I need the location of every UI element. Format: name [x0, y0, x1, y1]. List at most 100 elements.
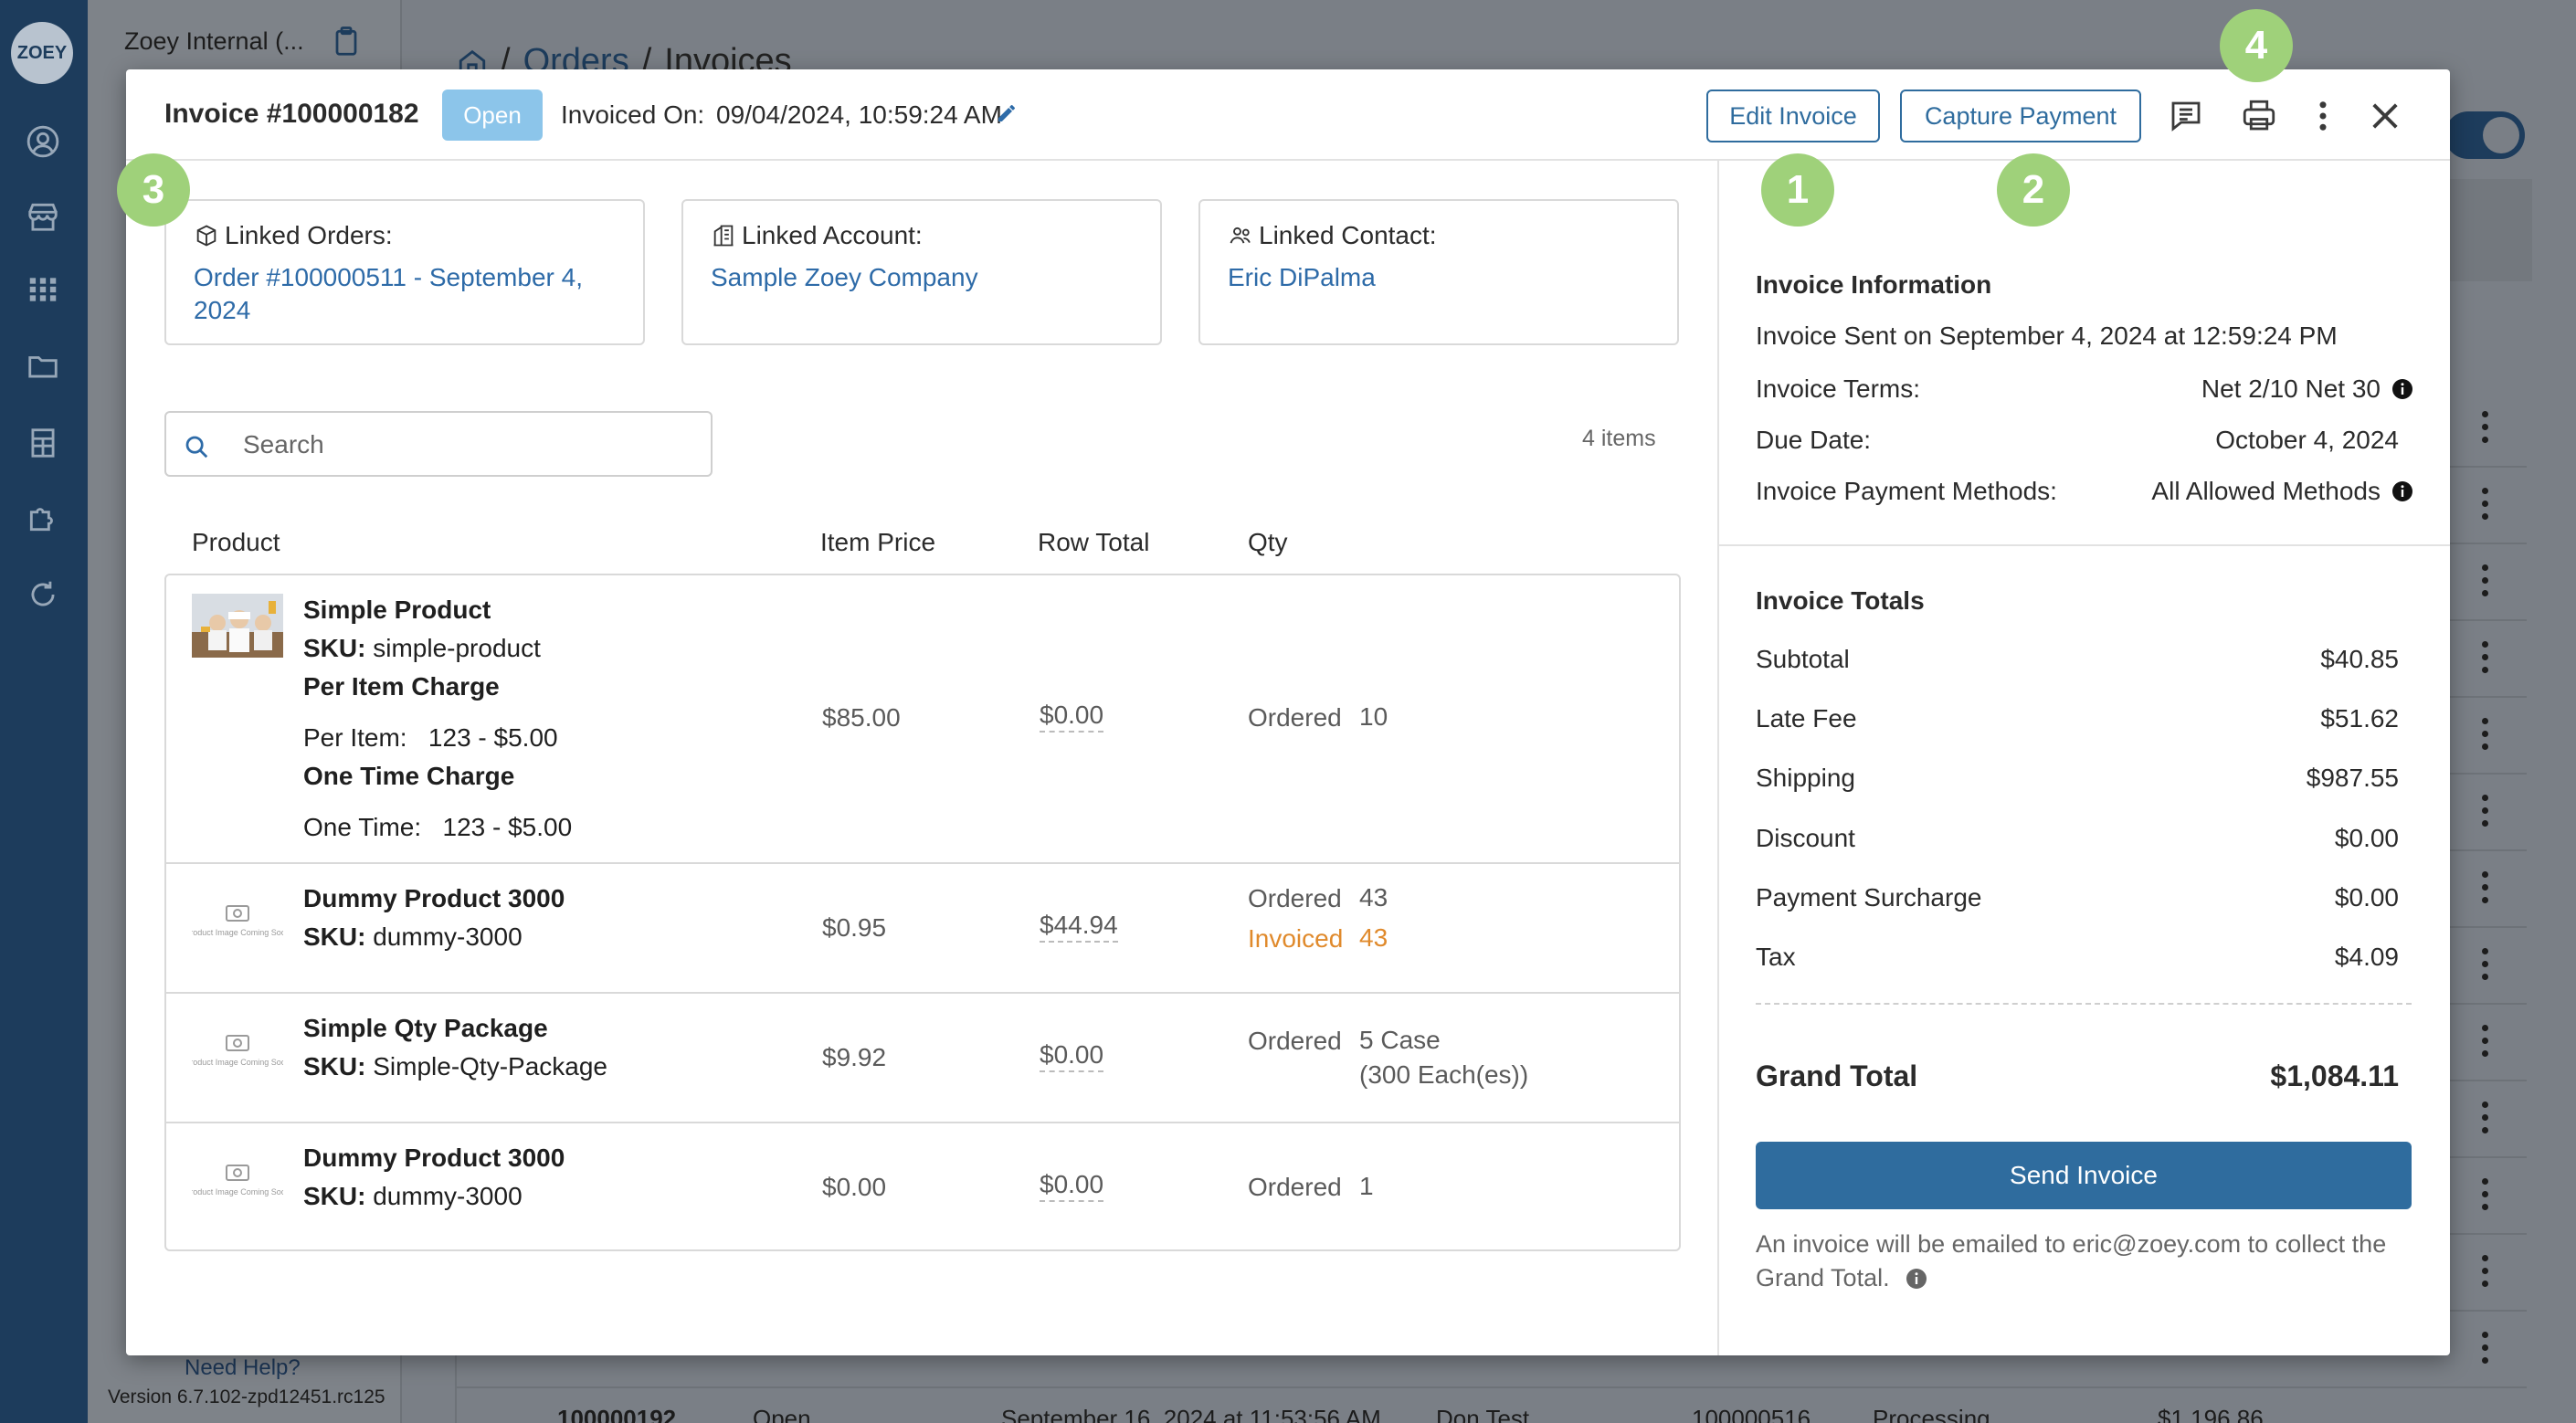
- product-sku: SKU: dummy-3000: [303, 922, 523, 951]
- column-header-qty: Qty: [1248, 528, 1288, 556]
- item-price: $0.00: [822, 1173, 887, 1201]
- column-header-item-price: Item Price: [820, 528, 936, 556]
- folder-icon[interactable]: [26, 349, 60, 384]
- store-icon[interactable]: [26, 199, 60, 234]
- payment-methods-value: All Allowed Methods: [2151, 477, 2413, 506]
- invoice-sent-text: Invoice Sent on September 4, 2024 at 12:…: [1756, 321, 2338, 350]
- background-toggle[interactable]: [2444, 111, 2525, 159]
- product-name: Simple Qty Package: [303, 1014, 548, 1042]
- kebab-icon[interactable]: [2481, 948, 2490, 985]
- ordered-label: Ordered: [1248, 1027, 1342, 1055]
- kebab-icon[interactable]: [2481, 411, 2490, 448]
- product-thumbnail: [192, 594, 283, 658]
- row-total[interactable]: $0.00: [1040, 1169, 1104, 1202]
- product-name: Simple Product: [303, 596, 491, 624]
- kebab-icon[interactable]: [2481, 795, 2490, 831]
- invoiced-on-label: Invoiced On:: [561, 100, 705, 129]
- kebab-icon[interactable]: [2481, 1102, 2490, 1138]
- table-row: Product Image Coming Soon Simple Qty Pac…: [166, 994, 1679, 1123]
- discount-label: Discount: [1756, 824, 1855, 852]
- status-badge: Open: [442, 90, 543, 141]
- capture-payment-button[interactable]: Capture Payment: [1900, 90, 2141, 142]
- comment-icon[interactable]: [2167, 97, 2205, 135]
- puzzle-icon[interactable]: [26, 501, 60, 535]
- pencil-icon[interactable]: [996, 102, 1018, 124]
- modal-header: Invoice #100000182 Open Invoiced On: 09/…: [126, 69, 2450, 161]
- kebab-icon[interactable]: [2481, 488, 2490, 524]
- due-date-value: October 4, 2024: [2215, 426, 2399, 454]
- item-price: $85.00: [822, 703, 901, 732]
- linked-contact-card: Linked Contact: Eric DiPalma: [1198, 199, 1679, 345]
- linked-contact-link[interactable]: Eric DiPalma: [1228, 261, 1657, 294]
- payment-methods-label: Invoice Payment Methods:: [1756, 477, 2057, 505]
- info-icon[interactable]: [2391, 378, 2413, 400]
- subtotal-value: $40.85: [2320, 645, 2399, 673]
- item-price: $0.95: [822, 913, 887, 942]
- info-icon[interactable]: [2391, 480, 2413, 502]
- linked-account-card: Linked Account: Sample Zoey Company: [681, 199, 1162, 345]
- info-icon[interactable]: [1906, 1268, 1927, 1290]
- payment-surcharge-label: Payment Surcharge: [1756, 883, 1982, 912]
- search-icon: [183, 433, 210, 460]
- kebab-icon[interactable]: [2481, 564, 2490, 601]
- clipboard-icon[interactable]: [333, 26, 360, 57]
- late-fee-value: $51.62: [2320, 704, 2399, 733]
- row-state: Processing: [1873, 1405, 1990, 1423]
- product-name: Dummy Product 3000: [303, 884, 565, 912]
- row-total[interactable]: $0.00: [1040, 700, 1104, 733]
- print-icon[interactable]: [2240, 97, 2278, 135]
- need-help-link[interactable]: Need Help?: [185, 1355, 301, 1381]
- shipping-label: Shipping: [1756, 764, 1855, 792]
- more-options-icon[interactable]: [2304, 97, 2342, 135]
- apps-grid-icon[interactable]: [26, 272, 60, 307]
- row-total[interactable]: $0.00: [1040, 1039, 1104, 1072]
- table-row: Product Image Coming Soon Dummy Product …: [166, 864, 1679, 994]
- invoiced-on-value: 09/04/2024, 10:59:24 AM: [716, 100, 1002, 129]
- ordered-qty: 10: [1359, 702, 1388, 731]
- subtotal-label: Subtotal: [1756, 645, 1850, 673]
- totals-divider: [1756, 1003, 2412, 1005]
- column-header-product: Product: [192, 528, 280, 556]
- linked-orders-label: Linked Orders:: [194, 221, 393, 250]
- background-panel: [2444, 179, 2532, 281]
- kebab-icon[interactable]: [2481, 1255, 2490, 1291]
- user-icon[interactable]: [26, 124, 60, 159]
- invoice-terms-value: Net 2/10 Net 30: [2201, 374, 2413, 404]
- linked-account-link[interactable]: Sample Zoey Company: [711, 261, 1140, 294]
- row-total[interactable]: $44.94: [1040, 910, 1118, 943]
- zoey-logo[interactable]: ZOEY: [11, 22, 73, 84]
- svg-text:Product Image Coming Soon: Product Image Coming Soon: [192, 928, 283, 937]
- payment-surcharge-value: $0.00: [2334, 883, 2399, 912]
- row-amount: $1,196.86: [2158, 1405, 2264, 1423]
- search-input[interactable]: [243, 426, 691, 464]
- items-count: 4 items: [1582, 426, 1656, 451]
- invoice-items-table: Simple Product SKU: simple-product Per I…: [164, 574, 1681, 1251]
- svg-text:Product Image Coming Soon: Product Image Coming Soon: [192, 1187, 283, 1196]
- refresh-icon[interactable]: [26, 577, 60, 612]
- building-icon: [713, 225, 734, 247]
- product-image-placeholder: Product Image Coming Soon: [185, 1156, 290, 1220]
- ordered-label: Ordered: [1248, 703, 1342, 732]
- kebab-icon[interactable]: [2481, 871, 2490, 908]
- late-fee-label: Late Fee: [1756, 704, 1857, 733]
- linked-order-link[interactable]: Order #100000511 - September 4, 2024: [194, 261, 623, 327]
- spreadsheet-icon[interactable]: [26, 426, 60, 460]
- product-sku: SKU: Simple-Qty-Package: [303, 1052, 607, 1080]
- discount-value: $0.00: [2334, 824, 2399, 852]
- invoice-modal: Invoice #100000182 Open Invoiced On: 09/…: [126, 69, 2450, 1355]
- kebab-icon[interactable]: [2481, 1178, 2490, 1215]
- account-name[interactable]: Zoey Internal (...: [124, 27, 304, 56]
- kebab-icon[interactable]: [2481, 641, 2490, 678]
- grand-total-label: Grand Total: [1756, 1059, 1918, 1092]
- edit-invoice-button[interactable]: Edit Invoice: [1706, 90, 1880, 142]
- section-divider: [1719, 544, 2450, 546]
- close-icon[interactable]: [2366, 97, 2404, 135]
- kebab-icon[interactable]: [2481, 1025, 2490, 1061]
- kebab-icon[interactable]: [2481, 1332, 2490, 1368]
- product-sku: SKU: simple-product: [303, 634, 541, 662]
- row-status: Open: [753, 1405, 811, 1423]
- row-invoice-id: 100000192: [557, 1405, 677, 1423]
- send-invoice-button[interactable]: Send Invoice: [1756, 1142, 2412, 1209]
- kebab-icon[interactable]: [2481, 718, 2490, 754]
- ordered-label: Ordered: [1248, 884, 1342, 912]
